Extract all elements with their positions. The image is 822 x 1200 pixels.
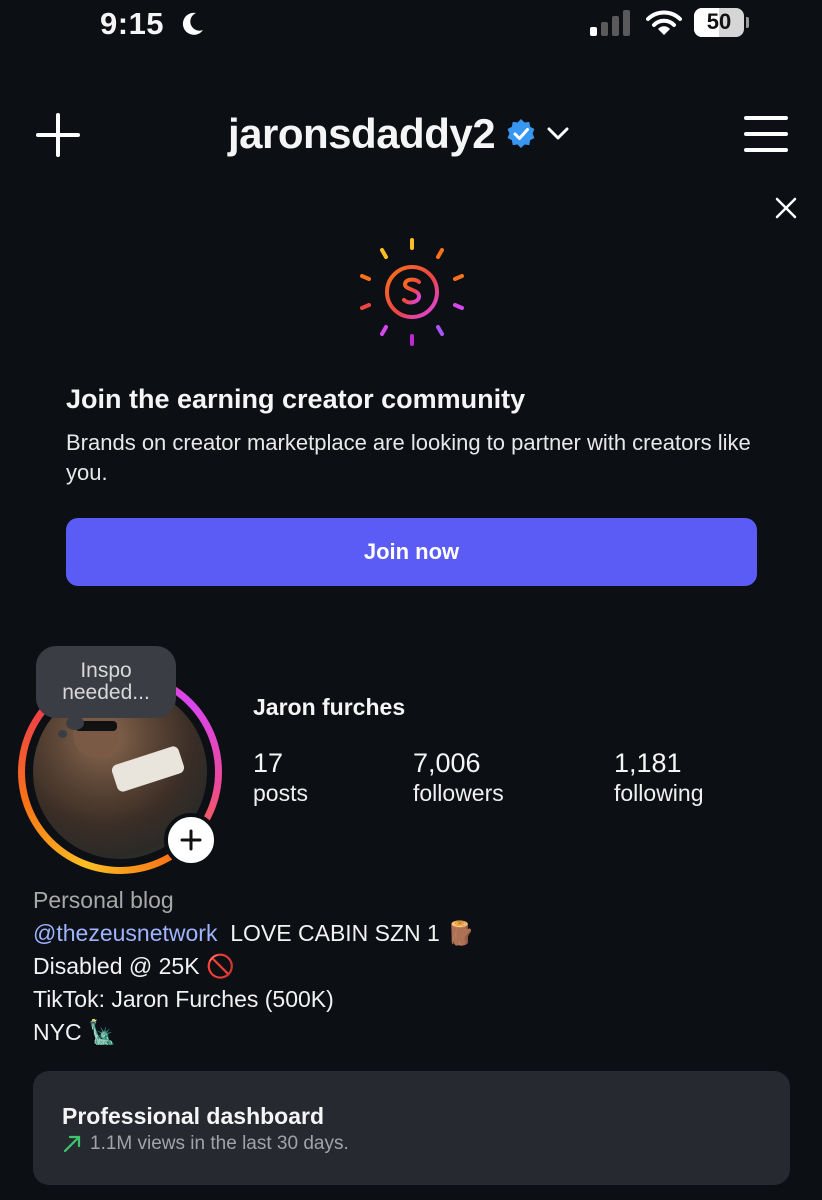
stat-label: followers — [413, 780, 504, 806]
stat-value: 7,006 — [413, 748, 481, 778]
wifi-icon — [646, 10, 682, 35]
dollar-coin-icon — [360, 238, 464, 346]
bio-line: Disabled @ 25K 🚫 — [33, 953, 235, 979]
moon-icon — [182, 12, 203, 35]
bio-mention-link[interactable]: @thezeusnetwork — [33, 920, 217, 946]
display-name: Jaron furches — [253, 694, 406, 720]
creator-card-description: Brands on creator marketplace are lookin… — [66, 430, 751, 485]
bio-line: @thezeusnetwork LOVE CABIN SZN 1 🪵 — [33, 917, 475, 950]
verified-badge-icon — [507, 119, 535, 148]
stat-label: following — [614, 780, 704, 806]
followers-stat[interactable]: 7,006 followers — [413, 748, 504, 808]
bio-text: LOVE CABIN SZN 1 🪵 — [230, 920, 475, 946]
chevron-down-icon — [547, 127, 569, 140]
posts-stat[interactable]: 17 posts — [253, 748, 308, 808]
add-story-button[interactable] — [164, 813, 218, 867]
battery-percent: 50 — [706, 9, 732, 34]
bio-category: Personal blog — [33, 887, 174, 913]
profile-note[interactable]: Inspo needed... — [36, 646, 176, 718]
bio-line: NYC 🗽 — [33, 1019, 117, 1045]
account-switcher[interactable]: jaronsdaddy2 — [228, 110, 569, 158]
following-stat[interactable]: 1,181 following — [614, 748, 704, 808]
battery-cap — [746, 17, 749, 28]
note-tail — [58, 730, 67, 738]
dashboard-subtitle: 1.1M views in the last 30 days. — [90, 1133, 349, 1154]
menu-icon[interactable] — [744, 114, 788, 154]
bio-line: TikTok: Jaron Furches (500K) — [33, 986, 334, 1012]
battery-icon: 50 — [694, 8, 744, 37]
signal-icon — [590, 10, 630, 36]
stat-label: posts — [253, 780, 308, 806]
creator-card-title: Join the earning creator community — [66, 384, 526, 414]
stat-value: 17 — [253, 748, 284, 778]
username: jaronsdaddy2 — [228, 110, 496, 157]
trend-up-icon — [63, 1135, 81, 1153]
join-now-button[interactable]: Join now — [66, 518, 757, 586]
bio: Personal blog @thezeusnetwork LOVE CABIN… — [33, 884, 475, 1049]
note-tail — [66, 716, 84, 730]
plus-icon[interactable] — [36, 113, 80, 157]
dashboard-title: Professional dashboard — [62, 1103, 325, 1129]
close-icon[interactable] — [774, 196, 798, 220]
dashboard-subtitle-row: 1.1M views in the last 30 days. — [62, 1133, 349, 1155]
professional-dashboard-card[interactable]: Professional dashboard 1.1M views in the… — [33, 1071, 790, 1185]
plus-icon — [180, 829, 202, 851]
status-time: 9:15 — [100, 6, 165, 41]
note-text: Inspo needed... — [62, 659, 150, 704]
stat-value: 1,181 — [614, 748, 682, 778]
